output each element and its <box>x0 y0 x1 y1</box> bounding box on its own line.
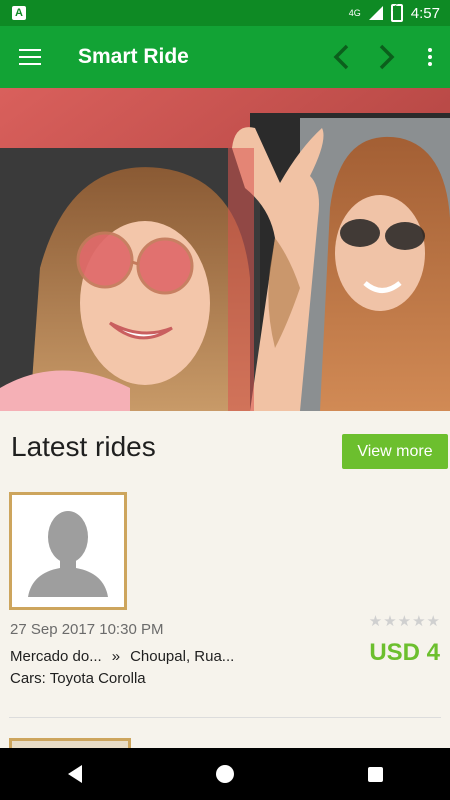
ride-origin: Mercado do... <box>10 648 102 665</box>
star-icon: ★ <box>426 613 440 630</box>
chevron-right-icon <box>379 44 395 70</box>
network-type: 4G <box>348 8 361 18</box>
star-icon: ★ <box>397 613 412 630</box>
home-icon <box>216 765 234 783</box>
view-more-button[interactable]: View more <box>342 434 448 469</box>
star-icon: ★ <box>368 613 383 630</box>
battery-icon <box>390 3 403 22</box>
overflow-menu-button[interactable] <box>410 26 450 88</box>
hero-image <box>0 88 450 411</box>
signal-icon <box>368 6 383 20</box>
rating-stars: ★ ★ ★ ★ ★ <box>369 614 440 629</box>
back-button[interactable] <box>45 748 105 800</box>
friends-in-car-illustration <box>0 88 450 411</box>
divider <box>9 717 441 718</box>
system-nav-bar <box>0 748 450 800</box>
latest-rides-header: Latest rides View more <box>0 411 450 481</box>
ride-route: Mercado do... » Choupal, Rua... <box>10 648 234 665</box>
next-button[interactable] <box>364 26 410 88</box>
recents-icon <box>367 766 383 782</box>
back-icon <box>68 765 82 783</box>
driver-avatar <box>9 492 127 610</box>
star-icon: ★ <box>412 613 426 630</box>
star-icon: ★ <box>383 613 397 630</box>
ride-cars: Cars: Toyota Corolla <box>10 670 146 687</box>
hamburger-icon <box>19 49 41 65</box>
ride-date: 27 Sep 2017 10:30 PM <box>10 621 164 638</box>
recents-button[interactable] <box>345 748 405 800</box>
notification-icon: A <box>12 6 26 20</box>
chevron-left-icon <box>333 44 349 70</box>
previous-button[interactable] <box>318 26 364 88</box>
status-bar: A 4G 4:57 <box>0 0 450 26</box>
person-placeholder-icon <box>12 495 124 607</box>
ride-price: USD 4 <box>369 639 440 666</box>
app-bar: Smart Ride <box>0 26 450 88</box>
status-time: 4:57 <box>410 4 440 22</box>
app-title: Smart Ride <box>78 45 189 68</box>
home-button[interactable] <box>195 748 255 800</box>
ride-destination: Choupal, Rua... <box>130 648 235 665</box>
section-title: Latest rides <box>11 431 156 462</box>
menu-button[interactable] <box>0 26 60 88</box>
route-separator: » <box>111 648 121 665</box>
ride-card[interactable]: 27 Sep 2017 10:30 PM Mercado do... » Cho… <box>0 490 450 720</box>
